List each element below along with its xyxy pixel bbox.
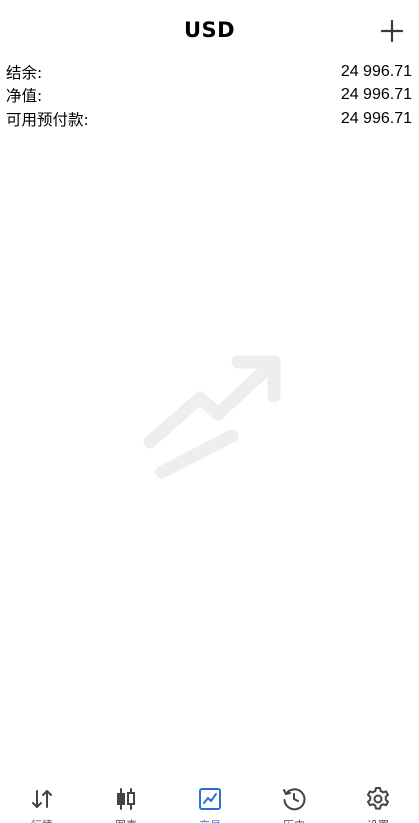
tab-trade-label: 交易 xyxy=(168,817,252,823)
free-margin-row: 可用预付款: 24 996.71 xyxy=(6,107,412,131)
tab-settings[interactable]: 设置 xyxy=(336,778,419,823)
add-button[interactable] xyxy=(379,18,405,44)
history-clock-icon xyxy=(283,788,306,811)
balance-value: 24 996.71 xyxy=(340,62,412,80)
balance-label: 结余: xyxy=(6,63,43,82)
tab-trade[interactable]: 交易 xyxy=(168,778,252,823)
tab-charts[interactable]: 图表 xyxy=(84,778,168,823)
tab-charts-label: 图表 xyxy=(84,817,168,823)
trade-chart-icon xyxy=(143,355,281,479)
tab-quotes[interactable]: 行情 xyxy=(0,778,84,823)
tab-history[interactable]: 历史 xyxy=(252,778,336,823)
top-bar: USD xyxy=(0,0,419,62)
balance-row: 结余: 24 996.71 xyxy=(6,60,412,84)
tab-quotes-label: 行情 xyxy=(0,817,84,823)
page-title: USD xyxy=(183,18,236,42)
equity-label: 净值: xyxy=(6,87,43,106)
tab-history-label: 历史 xyxy=(252,817,336,823)
free-margin-value: 24 996.71 xyxy=(340,109,412,127)
candlestick-icon xyxy=(117,788,135,810)
account-summary: 结余: 24 996.71 净值: 24 996.71 可用预付款: 24 99… xyxy=(6,60,412,131)
tab-settings-label: 设置 xyxy=(336,817,419,823)
equity-value: 24 996.71 xyxy=(340,86,412,104)
quotes-arrows-icon xyxy=(32,790,52,808)
gear-icon xyxy=(367,787,389,810)
plus-icon xyxy=(380,19,404,43)
bottom-tab-bar: 行情 图表 交易 历史 xyxy=(0,778,419,823)
empty-state-illustration xyxy=(140,350,282,480)
equity-row: 净值: 24 996.71 xyxy=(6,84,412,108)
trade-chart-icon xyxy=(199,788,221,810)
free-margin-label: 可用预付款: xyxy=(6,110,89,129)
